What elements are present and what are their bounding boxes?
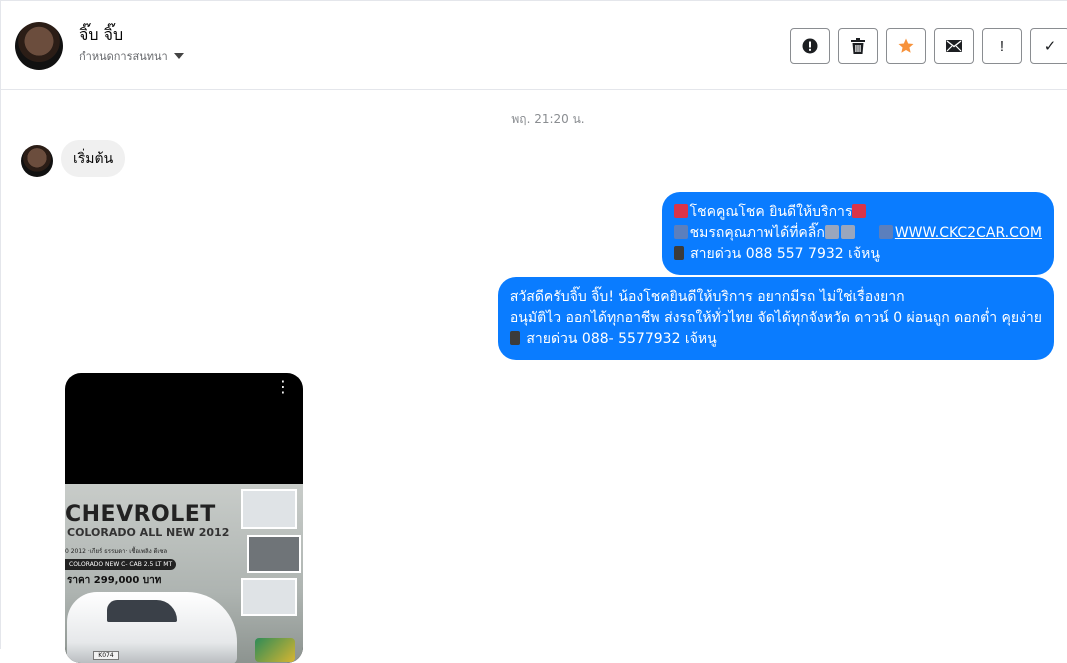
chat-window: จิ๊บ จิ๊บ กำหนดการสนทนา ! ✓ พฤ. 21:20 น.… xyxy=(0,0,1067,663)
star-button[interactable] xyxy=(886,28,926,64)
outgoing-message[interactable]: สวัสดีครับจิ๊บ จิ๊บ! น้องโชคยินดีให้บริก… xyxy=(497,277,1054,360)
incoming-message[interactable]: เริ่มต้น xyxy=(61,140,126,177)
outgoing-message[interactable]: โชคคูณโชค ยินดีให้บริการ ชมรถคุณภาพได้ที… xyxy=(661,192,1054,275)
report-button[interactable] xyxy=(790,28,830,64)
exclamation-icon: ! xyxy=(999,37,1005,55)
trash-icon xyxy=(851,38,865,54)
conversation-header: จิ๊บ จิ๊บ กำหนดการสนทนา ! ✓ xyxy=(1,1,1067,90)
envelope-icon xyxy=(946,40,962,52)
play-emoji-icon xyxy=(878,225,893,239)
website-link[interactable]: WWW.CKC2CAR.COM xyxy=(895,225,1042,241)
message-line-text: สายด่วน 088 557 7932 เจ้หนู xyxy=(690,246,880,262)
contact-name[interactable]: จิ๊บ จิ๊บ xyxy=(79,23,123,48)
message-line-text: อนุมัติไว ออกได้ทุกอาชีพ ส่งรถให้ทั่วไทย… xyxy=(509,310,1042,326)
message-line-text: โชคคูณโชค ยินดีให้บริการ xyxy=(689,204,853,220)
incoming-message-text: เริ่มต้น xyxy=(73,150,114,167)
phone-emoji-icon xyxy=(509,331,520,345)
star-icon xyxy=(898,38,914,53)
message-line: สายด่วน 088- 5577932 เจ้หนู xyxy=(509,329,1042,350)
play-emoji-icon xyxy=(673,225,688,239)
caret-down-icon xyxy=(173,53,184,59)
poster-price: ราคา 299,000 บาท xyxy=(67,575,162,586)
message-line-text: สวัสดีครับจิ๊บ จิ๊บ! น้องโชคยินดีให้บริก… xyxy=(509,289,905,305)
mark-unread-button[interactable] xyxy=(934,28,974,64)
message-line: โชคคูณโชค ยินดีให้บริการ xyxy=(673,202,1042,223)
check-icon: ✓ xyxy=(1043,38,1057,55)
sender-avatar[interactable] xyxy=(21,145,53,177)
down-arrow-emoji-icon xyxy=(824,225,839,239)
message-timestamp: พฤ. 21:20 น. xyxy=(511,112,585,126)
conversation-status-label: กำหนดการสนทนา xyxy=(79,50,168,63)
promo-badge xyxy=(255,638,295,662)
alert-circle-icon xyxy=(802,38,818,54)
car-thumbnail xyxy=(241,489,297,529)
message-line-text: ชมรถคุณภาพได้ที่คลิ๊ก xyxy=(689,225,825,241)
pin-emoji-icon xyxy=(852,204,867,218)
poster-brand: CHEVROLET xyxy=(65,502,216,527)
poster-tag: COLORADO NEW C- CAB 2.5 LT MT xyxy=(65,559,177,570)
car-advert-image: CHEVROLET COLORADO ALL NEW 2012 0 2012 ·… xyxy=(65,484,303,663)
car-thumbnail xyxy=(241,578,297,616)
delete-button[interactable] xyxy=(838,28,878,64)
pin-emoji-icon xyxy=(673,204,688,218)
message-line-text: สายด่วน 088- 5577932 เจ้หนู xyxy=(526,331,717,347)
message-line: สายด่วน 088 557 7932 เจ้หนู xyxy=(673,244,1042,265)
conversation-status-dropdown[interactable]: กำหนดการสนทนา xyxy=(79,47,184,65)
license-plate: K074 xyxy=(93,651,119,660)
car-illustration: K074 xyxy=(67,592,237,663)
contact-avatar[interactable] xyxy=(15,22,63,70)
phone-emoji-icon xyxy=(673,246,684,260)
image-attachment[interactable]: ⋮ CHEVROLET COLORADO ALL NEW 2012 0 2012… xyxy=(65,373,303,663)
more-options-icon[interactable]: ⋮ xyxy=(275,379,291,395)
header-toolbar: ! ✓ xyxy=(790,28,1067,64)
car-thumbnail xyxy=(247,535,301,573)
message-line: ชมรถคุณภาพได้ที่คลิ๊ก WWW.CKC2CAR.COM xyxy=(673,223,1042,244)
important-button[interactable]: ! xyxy=(982,28,1022,64)
poster-spec: 0 2012 ·เกียร์ ธรรมดา· เชื้อเพลิง ดีเซล xyxy=(65,548,168,555)
done-button[interactable]: ✓ xyxy=(1030,28,1067,64)
down-arrow-emoji-icon xyxy=(840,225,855,239)
poster-model: COLORADO ALL NEW 2012 xyxy=(67,526,230,539)
